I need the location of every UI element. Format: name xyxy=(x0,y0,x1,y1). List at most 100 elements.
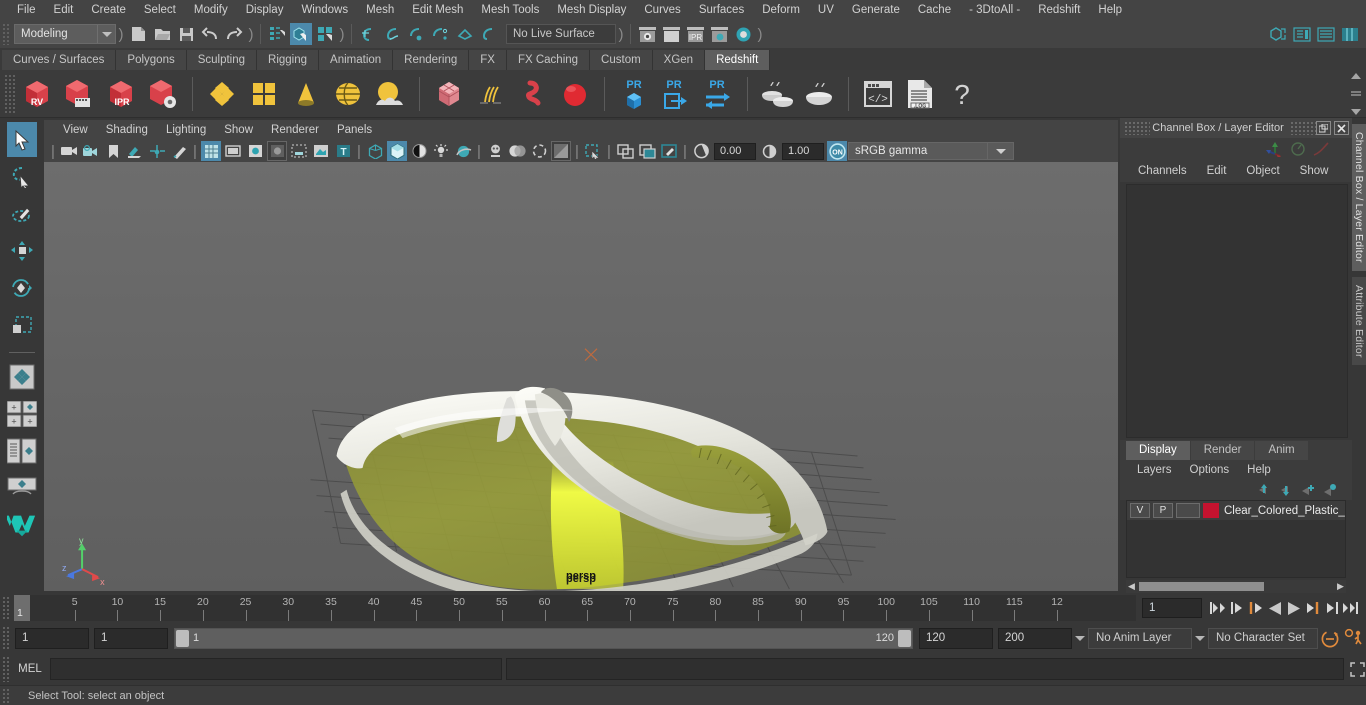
shelf-tab-rendering[interactable]: Rendering xyxy=(393,50,470,70)
rotate-tool[interactable] xyxy=(7,270,37,305)
two-sided-lighting-icon[interactable] xyxy=(507,141,527,161)
text-overlay-icon[interactable]: T xyxy=(333,141,353,161)
redshift-ipr-button[interactable]: IPR xyxy=(101,74,141,114)
render-current-frame-icon[interactable] xyxy=(660,23,682,45)
time-slider-grip[interactable] xyxy=(2,596,10,620)
lasso-select-tool[interactable] xyxy=(7,159,37,194)
animation-start-field[interactable]: 1 xyxy=(15,627,89,649)
layer-row[interactable]: V P Clear_Colored_Plastic_ xyxy=(1127,501,1345,520)
menu-generate[interactable]: Generate xyxy=(843,0,909,20)
scroll-thumb[interactable] xyxy=(1139,582,1264,591)
color-management-dropdown[interactable] xyxy=(988,142,1014,160)
redshift-hair-button[interactable] xyxy=(471,74,511,114)
step-back-keyframe-icon[interactable] xyxy=(1227,597,1246,619)
redshift-light-cone-button[interactable] xyxy=(286,74,326,114)
color-management-field[interactable]: sRGB gamma xyxy=(848,142,988,160)
layer-playback-toggle[interactable]: P xyxy=(1153,503,1173,518)
redshift-material-button[interactable] xyxy=(202,74,242,114)
shelf-tab-xgen[interactable]: XGen xyxy=(652,50,706,70)
menu-modify[interactable]: Modify xyxy=(185,0,237,20)
character-set-dropdown-caret[interactable] xyxy=(1192,635,1208,641)
time-slider[interactable]: 1 5 10 15 20 25 30 35 40 45 50 55 60 65 70 75 80 85 90 95 1… xyxy=(14,595,1136,621)
persp-viewport[interactable]: y z x persp persp xyxy=(44,162,1118,591)
hypershade-icon[interactable] xyxy=(732,23,754,45)
redshift-render-view-button[interactable]: RV xyxy=(17,74,57,114)
show-hide-attribute-editor-icon[interactable] xyxy=(1291,23,1313,45)
redshift-bake-all-button[interactable] xyxy=(757,74,797,114)
command-language-label[interactable]: MEL xyxy=(10,663,50,675)
select-by-object-icon[interactable] xyxy=(290,23,312,45)
step-forward-keyframe-icon[interactable] xyxy=(1322,597,1341,619)
close-panel-button[interactable] xyxy=(1334,121,1349,135)
chevron-down-icon[interactable] xyxy=(97,25,115,43)
redshift-render-sequence-button[interactable] xyxy=(59,74,99,114)
single-persp-layout[interactable] xyxy=(7,470,37,505)
menu-mesh-tools[interactable]: Mesh Tools xyxy=(472,0,548,20)
shelf-tab-curves-surfaces[interactable]: Curves / Surfaces xyxy=(2,50,117,70)
select-by-component-icon[interactable] xyxy=(314,23,336,45)
vertical-tab-channel-box[interactable]: Channel Box / Layer Editor xyxy=(1352,124,1366,271)
play-backwards-icon[interactable] xyxy=(1265,597,1284,619)
go-to-end-icon[interactable] xyxy=(1341,597,1360,619)
undo-icon[interactable] xyxy=(199,23,221,45)
viewport-menu-panels[interactable]: Panels xyxy=(328,120,381,140)
new-layer-from-selected-icon[interactable] xyxy=(1320,482,1338,498)
channel-box-menu-edit[interactable]: Edit xyxy=(1197,165,1237,177)
redshift-proxy-button[interactable] xyxy=(429,74,469,114)
menu-edit[interactable]: Edit xyxy=(45,0,83,20)
shadow-toggle-icon[interactable] xyxy=(529,141,549,161)
shelf-tab-animation[interactable]: Animation xyxy=(319,50,394,70)
redshift-environment-button[interactable] xyxy=(370,74,410,114)
gamma-toggle-icon[interactable] xyxy=(551,141,571,161)
shelf-tab-redshift[interactable]: Redshift xyxy=(705,50,771,70)
shelf-tab-polygons[interactable]: Polygons xyxy=(116,50,187,70)
select-tool[interactable] xyxy=(7,122,37,157)
undock-panel-button[interactable] xyxy=(1316,121,1331,135)
step-forward-frame-icon[interactable] xyxy=(1303,597,1322,619)
channel-box-menu-object[interactable]: Object xyxy=(1236,165,1289,177)
light-bulb-icon[interactable] xyxy=(431,141,451,161)
xray-joints-icon[interactable] xyxy=(615,141,635,161)
xray-icon[interactable] xyxy=(365,141,385,161)
live-surface-field[interactable]: No Live Surface xyxy=(506,24,616,44)
shelf-scroll-arrows[interactable] xyxy=(1348,72,1364,116)
snap-to-projected-center-icon[interactable] xyxy=(429,23,451,45)
select-camera-icon[interactable] xyxy=(59,141,79,161)
smooth-shade-all-icon[interactable] xyxy=(223,141,243,161)
layer-menu-options[interactable]: Options xyxy=(1181,464,1239,476)
animation-preferences-icon[interactable] xyxy=(1342,627,1366,649)
default-material-icon[interactable] xyxy=(409,141,429,161)
wireframe-shading-icon[interactable] xyxy=(201,141,221,161)
move-tool[interactable] xyxy=(7,233,37,268)
character-set-field[interactable]: No Character Set xyxy=(1208,627,1318,649)
redo-icon[interactable] xyxy=(223,23,245,45)
redshift-pr-object-button[interactable]: PR xyxy=(614,74,654,114)
select-by-hierarchy-icon[interactable] xyxy=(266,23,288,45)
channel-box-attribute-list[interactable] xyxy=(1126,184,1348,438)
use-all-lights-icon[interactable] xyxy=(267,141,287,161)
redshift-pr-export-button[interactable]: PR xyxy=(656,74,696,114)
viewport-menu-renderer[interactable]: Renderer xyxy=(262,120,328,140)
render-settings-icon[interactable] xyxy=(708,23,730,45)
layer-display-type-toggle[interactable] xyxy=(1176,503,1200,518)
color-management-toggle-icon[interactable]: ON xyxy=(827,141,847,161)
skeleton-display-icon[interactable] xyxy=(485,141,505,161)
grease-pencil-icon[interactable] xyxy=(169,141,189,161)
current-time-indicator[interactable]: 1 xyxy=(14,595,30,621)
exposure-picker-icon[interactable] xyxy=(659,141,679,161)
range-start-field[interactable]: 1 xyxy=(94,627,168,649)
outliner-persp-layout[interactable] xyxy=(7,433,37,468)
transform-axes-icon[interactable] xyxy=(1266,141,1284,157)
scroll-left-arrow[interactable]: ◀ xyxy=(1126,581,1137,592)
menu-3dtoall[interactable]: - 3DtoAll - xyxy=(960,0,1029,20)
bookmark-icon[interactable] xyxy=(103,141,123,161)
snap-to-curve-icon[interactable] xyxy=(381,23,403,45)
menu-curves[interactable]: Curves xyxy=(635,0,689,20)
range-slider-grip[interactable] xyxy=(2,626,10,650)
contrast-icon[interactable] xyxy=(759,141,779,161)
play-forwards-icon[interactable] xyxy=(1284,597,1303,619)
layer-color-swatch[interactable] xyxy=(1203,503,1219,518)
move-layer-up-icon[interactable] xyxy=(1254,482,1272,498)
speedometer-icon[interactable] xyxy=(1289,141,1307,157)
menu-create[interactable]: Create xyxy=(82,0,135,20)
